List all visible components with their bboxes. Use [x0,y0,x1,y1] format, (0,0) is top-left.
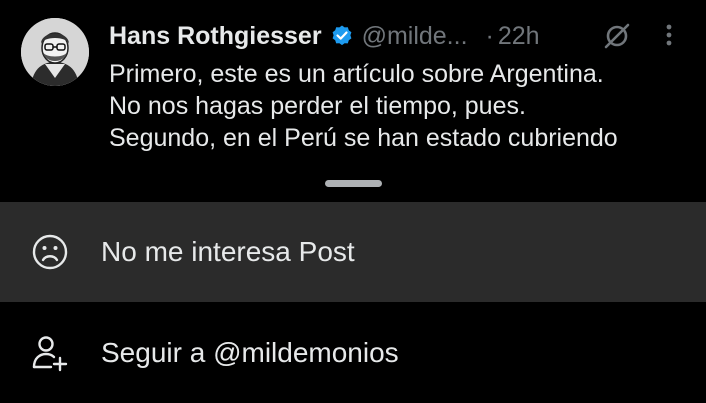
menu-item-label: Seguir a @mildemonios [101,337,399,368]
post-text-line: Primero, este es un artículo sobre Argen… [109,60,604,88]
author-handle[interactable]: @milde... [362,22,468,51]
post-text-line: No nos hagas perder el tiempo, pues. [109,92,526,120]
sheet-drag-handle[interactable] [325,180,382,187]
post-text: Primero, este es un artículo sobre Argen… [109,58,689,154]
menu-item-label: No me interesa Post [101,236,355,267]
separator-dot: · [485,21,494,50]
avatar[interactable] [21,18,89,86]
more-vertical-icon[interactable] [664,22,674,50]
menu-item-not-interested[interactable]: No me interesa Post [0,202,706,302]
post-text-line: Segundo, en el Perú se han estado cubrie… [109,124,618,152]
add-user-icon [31,334,69,372]
author-name[interactable]: Hans Rothgiesser [109,22,322,51]
post-header: Hans Rothgiesser @milde... · 22h [109,16,686,56]
menu-item-follow[interactable]: Seguir a @mildemonios [0,303,706,403]
grok-icon[interactable] [603,22,631,50]
frown-face-icon [31,233,69,271]
verified-badge-icon [330,24,354,48]
post[interactable]: Hans Rothgiesser @milde... · 22h Primero… [0,0,706,170]
timestamp[interactable]: 22h [498,22,540,51]
